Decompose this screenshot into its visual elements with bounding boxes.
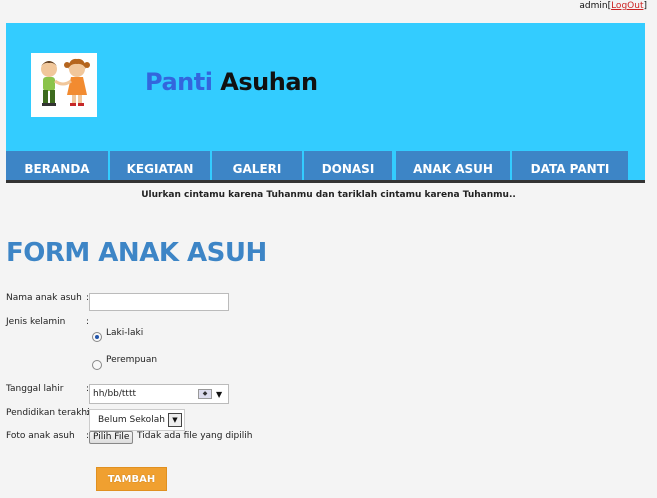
radio-laki-laki-label: Laki-laki <box>106 328 144 338</box>
radio-perempuan-label: Perempuan <box>106 355 158 365</box>
children-holding-hands-logo <box>31 53 97 117</box>
logout-bracket-close: ] <box>643 1 647 11</box>
chevron-down-icon[interactable]: ▼ <box>168 413 182 427</box>
nav-item-beranda[interactable]: BERANDA <box>6 151 108 181</box>
radio-laki-laki[interactable] <box>92 332 102 342</box>
pendidikan-label: Pendidikan terakhir <box>6 408 94 418</box>
jenis-kelamin-colon: : <box>86 317 90 327</box>
tagline: Ulurkan cintamu karena Tuhanmu dan tarik… <box>141 190 516 200</box>
nav-item-galeri[interactable]: GALERI <box>212 151 302 181</box>
site-title-part2: Asuhan <box>220 68 318 96</box>
nav-item-donasi[interactable]: DONASI <box>304 151 392 181</box>
site-title-part1: Panti <box>145 68 213 96</box>
choose-file-button[interactable]: Pilih File <box>89 431 134 444</box>
tambah-button[interactable]: TAMBAH <box>96 467 167 491</box>
children-icon <box>41 58 90 106</box>
nav-divider <box>6 180 645 183</box>
nav-item-data-panti[interactable]: DATA PANTI <box>512 151 628 181</box>
foto-label: Foto anak asuh <box>6 431 75 441</box>
nav-item-anak-asuh[interactable]: ANAK ASUH <box>396 151 510 181</box>
tanggal-lahir-input[interactable]: hh/bb/tttt ◆ ▼ <box>89 384 229 404</box>
pendidikan-select[interactable]: Belum Sekolah ▼ <box>89 409 185 431</box>
date-spinner-icon[interactable]: ◆ <box>198 389 212 399</box>
logout-link[interactable]: LogOut <box>611 1 643 11</box>
nama-input[interactable] <box>89 293 229 311</box>
main-nav: BERANDA KEGIATAN GALERI DONASI ANAK ASUH… <box>6 151 645 181</box>
pendidikan-selected-value: Belum Sekolah <box>98 415 165 425</box>
user-bar: admin[LogOut] <box>579 0 647 14</box>
radio-perempuan[interactable] <box>92 360 102 370</box>
nama-label: Nama anak asuh <box>6 293 82 303</box>
form-title: FORM ANAK ASUH <box>6 238 267 268</box>
site-title: Panti Asuhan <box>145 68 318 96</box>
site-header: Panti Asuhan <box>6 23 645 151</box>
username: admin <box>579 1 608 11</box>
date-dropdown-icon[interactable]: ▼ <box>216 386 222 404</box>
tanggal-lahir-label: Tanggal lahir <box>6 384 64 394</box>
tanggal-lahir-placeholder: hh/bb/tttt <box>93 389 137 399</box>
nav-item-kegiatan[interactable]: KEGIATAN <box>110 151 210 181</box>
jenis-kelamin-label: Jenis kelamin <box>6 317 66 327</box>
file-status-text: Tidak ada file yang dipilih <box>137 431 253 441</box>
